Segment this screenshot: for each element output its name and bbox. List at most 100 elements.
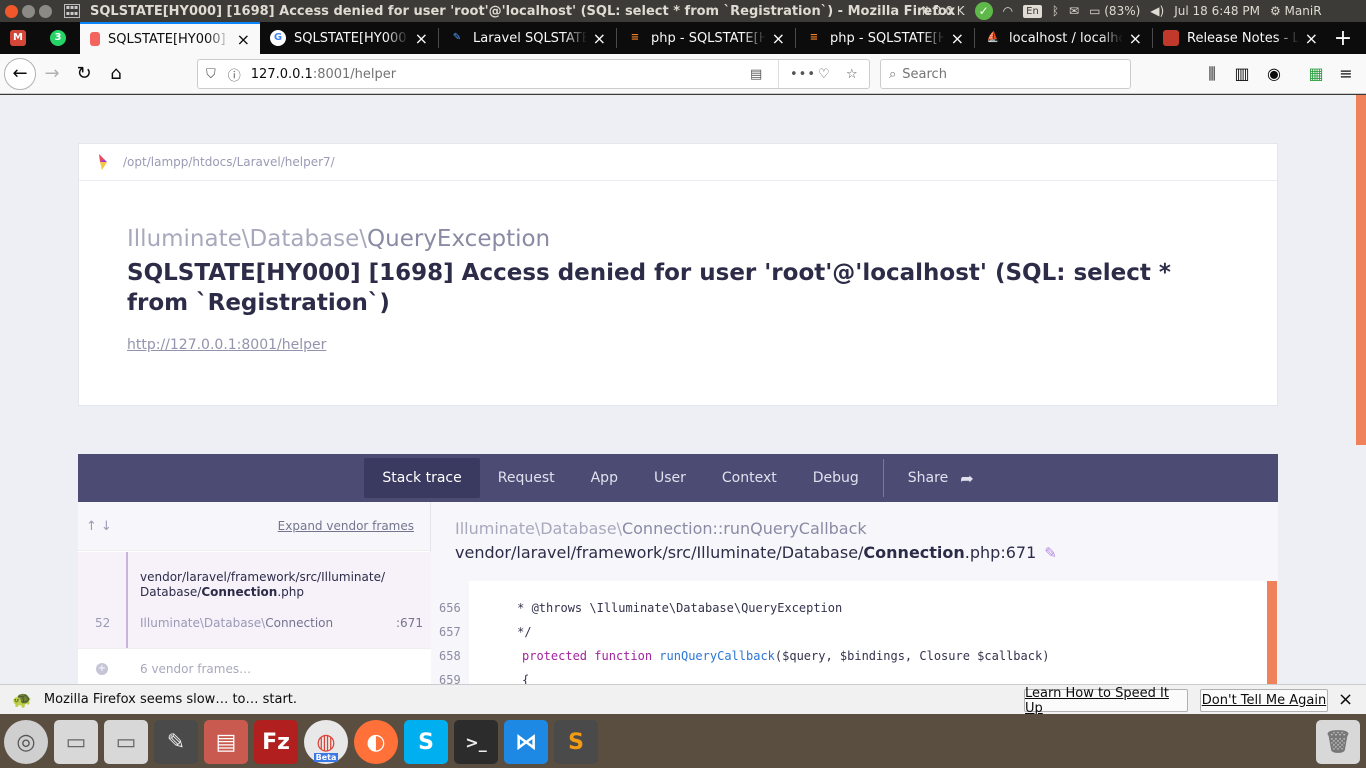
account-icon[interactable]: ◉ [1258,58,1290,90]
reload-button[interactable]: ↻ [68,58,100,90]
files-icon[interactable]: ▤ [204,720,248,764]
line-number[interactable]: 657 [439,625,461,639]
terminal-icon[interactable]: >_ [454,720,498,764]
firefox-icon[interactable]: ◐ [354,720,398,764]
learn-speed-button[interactable]: Learn How to Speed It Up [1024,686,1188,716]
tab-release-notes[interactable]: Release Notes - Laravel × [1153,22,1328,54]
pocket-icon[interactable]: ♡ [818,67,830,82]
bluetooth-icon[interactable]: ᛒ [1052,4,1059,18]
code-line: * @throws \Illuminate\Database\QueryExce… [481,601,843,615]
update-check-icon[interactable]: ✓ [974,2,993,20]
home-button[interactable]: ⌂ [100,58,132,90]
tab-pinned-gmail[interactable]: M [0,22,40,54]
frame-method: Illuminate\Database\Connection::runQuery… [455,519,867,538]
share-button[interactable]: Share ➦ [890,458,992,498]
filezilla-icon[interactable]: Fz [254,720,298,764]
page-scrollbar-thumb[interactable] [1356,95,1366,445]
search-bar[interactable]: ⌕ Search [880,59,1131,89]
wifi-icon[interactable]: ◠ [1003,4,1013,18]
chrome-beta-icon[interactable]: ◍ Beta [304,720,348,764]
new-tab-button[interactable]: + [1328,22,1358,54]
battery-icon: ▭ [1089,4,1101,18]
vscode-icon[interactable]: ⋈ [504,720,548,764]
phpmyadmin-icon: ⛵ [986,32,1000,43]
tab-app[interactable]: App [573,458,636,498]
clock[interactable]: Jul 18 6:48 PM [1174,4,1260,18]
error-header-card: /opt/lampp/htdocs/Laravel/helper7/ Illum… [78,143,1278,406]
app-menu-icon[interactable]: ▪▪▪ ▪▪▪ [64,4,80,18]
tab-stackoverflow-1[interactable]: ≡ php - SQLSTATE[HY000] × [617,22,795,54]
tab-stack-trace[interactable]: Stack trace [364,458,480,498]
shield-icon[interactable]: ⛉ [206,67,216,82]
close-icon[interactable]: × [237,30,250,49]
tab-phpmyadmin[interactable]: ⛵ localhost / localhost × [975,22,1152,54]
system-tray: ⇅ 0.0 K ✓ ◠ En ᛒ ✉ ▭ (83%) ◀) Jul 18 6:4… [920,0,1332,22]
vendor-frames-group[interactable]: + 6 vendor frames… [78,648,431,684]
library-icon[interactable]: ⫼ [1196,58,1228,90]
pencil-icon[interactable]: ✎ [1044,544,1057,562]
mail-icon[interactable]: ✉ [1069,4,1079,18]
tab-debug[interactable]: Debug [795,458,877,498]
keyboard-language[interactable]: En [1023,4,1042,18]
info-icon[interactable]: ⓘ [228,65,241,84]
tab-pinned-whatsapp[interactable]: 3 [40,22,80,54]
window-title: SQLSTATE[HY000] [1698] Access denied for… [90,3,956,19]
dont-tell-again-button[interactable]: Don't Tell Me Again [1200,689,1328,712]
tab-context[interactable]: Context [704,458,795,498]
sublime-icon[interactable]: S [554,720,598,764]
close-icon[interactable]: × [1305,29,1318,48]
close-icon[interactable]: × [1129,29,1142,48]
back-button[interactable]: ← [4,57,36,90]
frame-file-path: vendor/laravel/framework/src/Illuminate/… [140,570,386,599]
reader-view-icon[interactable]: ▤ [750,67,762,82]
laravel-icon [1163,30,1179,46]
tab-user[interactable]: User [636,458,704,498]
close-icon[interactable]: × [772,29,785,48]
turtle-icon: 🐢 [12,690,32,709]
close-icon[interactable]: × [1338,689,1353,710]
bookmark-star-icon[interactable]: ☆ [846,67,858,82]
line-number[interactable]: 659 [439,673,461,684]
close-icon[interactable]: × [415,29,428,48]
tab-laravel-sqlstate[interactable]: ✎ Laravel SQLSTATE[HY000] × [439,22,616,54]
forward-button[interactable]: → [36,58,68,90]
frames-header: ↑ ↓ Expand vendor frames [78,502,430,551]
ubuntu-icon[interactable]: ◎ [4,720,48,764]
network-speed-indicator[interactable]: ⇅ 0.0 K [920,4,965,18]
line-number[interactable]: 658 [439,649,461,663]
battery-indicator[interactable]: ▭ (83%) [1089,4,1140,18]
text-editor-icon[interactable]: ✎ [154,720,198,764]
request-url-link[interactable]: http://127.0.0.1:8001/helper [127,337,326,353]
url-text[interactable]: 127.0.0.1:8001/helper [251,67,396,82]
trash-icon[interactable]: 🗑 [1316,720,1360,764]
share-arrow-icon: ➦ [960,468,974,488]
close-icon[interactable]: × [593,29,606,48]
arrow-up-icon[interactable]: ↑ [86,519,97,534]
expand-vendor-frames-button[interactable]: Expand vendor frames [278,519,414,533]
close-icon[interactable]: × [951,29,964,48]
stack-frame-selected[interactable]: vendor/laravel/framework/src/Illuminate/… [78,552,431,648]
search-icon: ⌕ [889,66,897,82]
code-snippet: 656 657 658 659 * @throws \Illuminate\Da… [431,581,1267,684]
window-close-button[interactable] [5,4,18,18]
arrow-right-icon: → [44,63,60,84]
user-menu[interactable]: ⚙ ManiR [1270,4,1322,18]
volume-icon[interactable]: ◀) [1150,4,1164,18]
window-maximize-button[interactable] [39,4,52,18]
drive-icon[interactable]: ▭ [104,720,148,764]
window-minimize-button[interactable] [22,4,35,18]
page-actions-icon[interactable]: ••• [790,67,816,82]
frame-selected-indicator [126,552,128,648]
extensions-icon[interactable]: ▦ [1300,58,1332,90]
tab-laravel-error[interactable]: SQLSTATE[HY000] [1698] Access × [80,22,260,54]
skype-icon[interactable]: S [404,720,448,764]
arrow-down-icon[interactable]: ↓ [101,519,112,534]
line-number[interactable]: 656 [439,601,461,615]
url-bar[interactable]: ⛉ ⓘ 127.0.0.1:8001/helper ▤ ••• ♡ ☆ [197,59,870,89]
hamburger-menu-icon[interactable]: ≡ [1330,58,1362,90]
sidebar-icon[interactable]: ▥ [1226,58,1258,90]
drive-icon[interactable]: ▭ [54,720,98,764]
tab-stackoverflow-2[interactable]: ≡ php - SQLSTATE[HY000] × [796,22,974,54]
tab-request[interactable]: Request [480,458,573,498]
tab-google-search[interactable]: G SQLSTATE[HY000] [1698] × [260,22,438,54]
